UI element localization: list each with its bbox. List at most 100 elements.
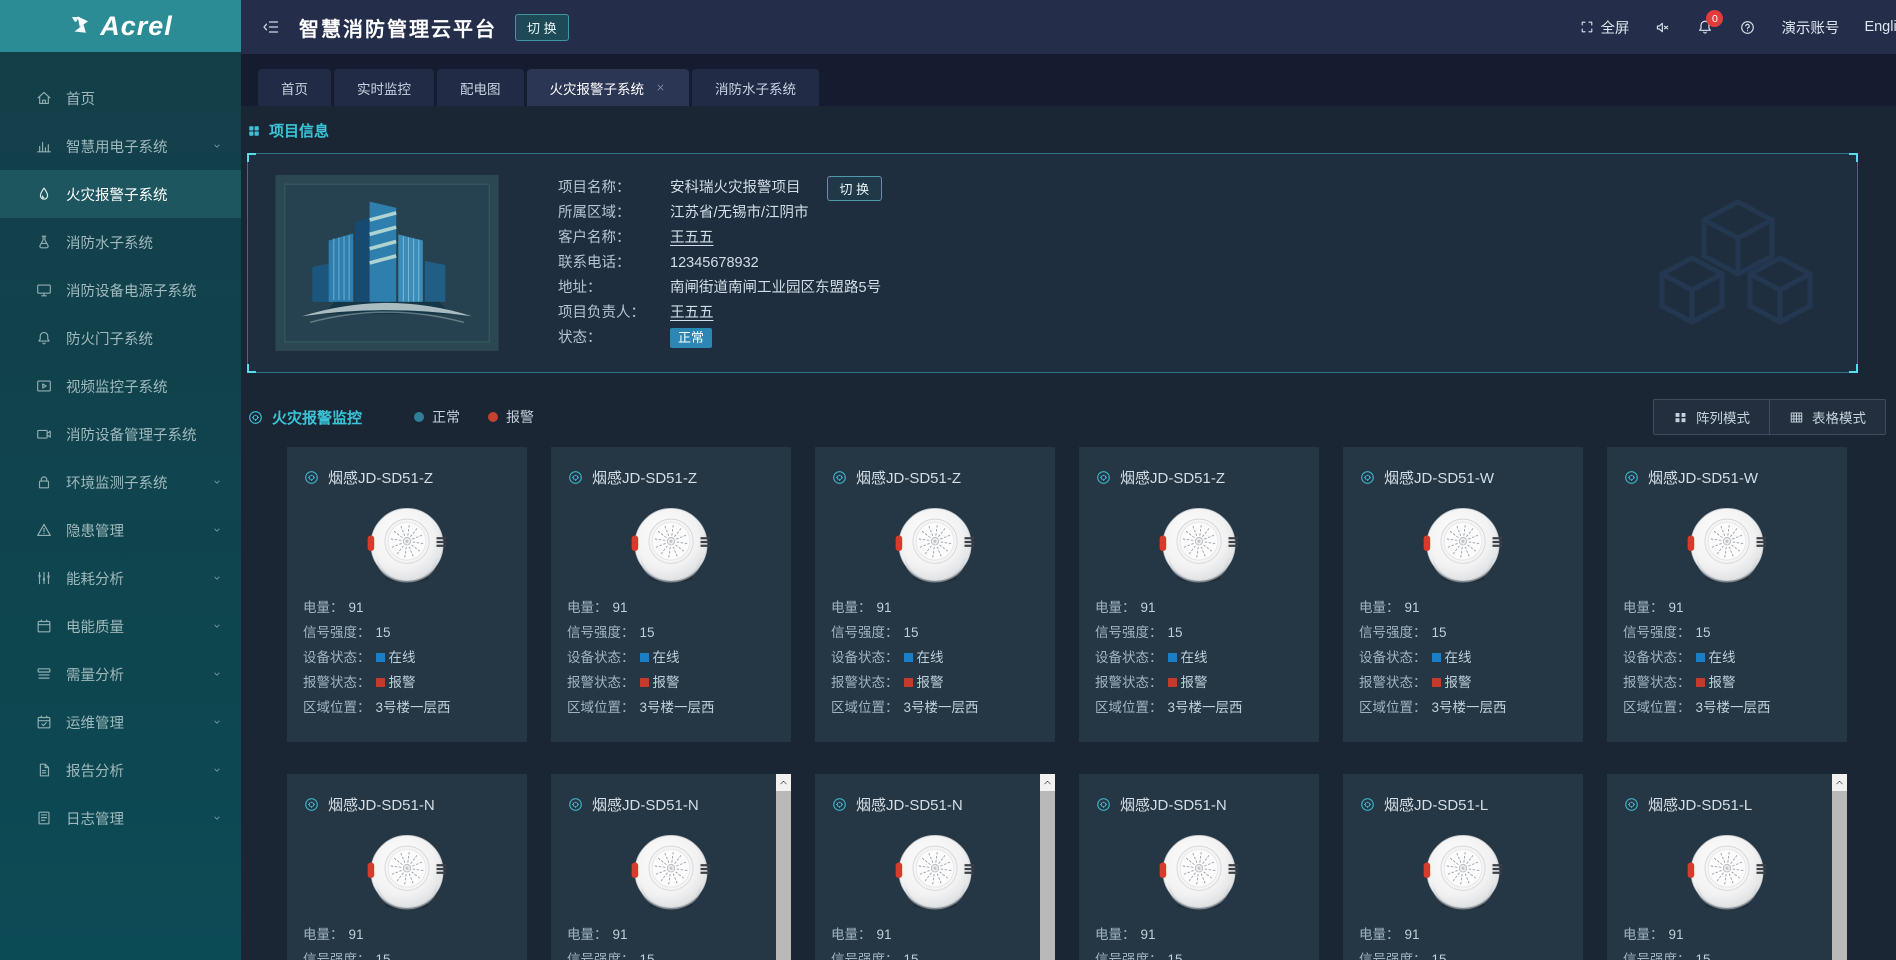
tab-实时监控[interactable]: 实时监控 [334,69,434,106]
battery-label: 电量： [831,922,872,947]
device-card[interactable]: 烟感JD-SD51-Z [551,447,791,742]
device-status-value: 在线 [653,645,680,670]
smoke-detector-image [1686,505,1768,584]
device-name: 烟感JD-SD51-W [1648,467,1758,488]
online-status-square [1168,653,1177,662]
device-card[interactable]: 烟感JD-SD51-W [1343,447,1583,742]
battery-label: 电量： [1359,922,1400,947]
notifications-button[interactable]: 0 [1696,18,1714,36]
device-card[interactable]: 烟感JD-SD51-N [287,774,527,960]
tab-消防水子系统[interactable]: 消防水子系统 [692,69,819,106]
tab-配电图[interactable]: 配电图 [437,69,524,106]
tab-首页[interactable]: 首页 [258,69,331,106]
card-scrollbar[interactable] [1040,774,1055,960]
device-name: 烟感JD-SD51-N [856,794,963,815]
scrollbar-thumb[interactable] [776,791,791,960]
scroll-up-button[interactable] [776,774,791,791]
battery-label: 电量： [1623,595,1664,620]
sidebar-item[interactable]: 能耗分析 [0,554,241,602]
sidebar-item-label: 能耗分析 [66,568,124,589]
sidebar-item[interactable]: 首页 [0,74,241,122]
sidebar-item[interactable]: 防火门子系统 [0,314,241,362]
alarm-status-square [376,678,385,687]
signal-value: 15 [904,620,919,645]
scroll-up-button[interactable] [1040,774,1055,791]
sliders-icon [34,569,53,588]
battery-label: 电量： [567,922,608,947]
device-card[interactable]: 烟感JD-SD51-Z [1079,447,1319,742]
view-mode-group: 阵列模式 表格模式 [1653,399,1886,435]
tab-火灾报警子系统[interactable]: 火灾报警子系统 [527,69,690,106]
alarm-status-label: 报警状态： [1359,670,1427,695]
alarm-status-square [640,678,649,687]
info-value: 安科瑞火灾报警项目 [670,176,801,201]
smoke-detector-image [1686,832,1768,911]
sidebar-item[interactable]: 报告分析 [0,746,241,794]
device-card[interactable]: 烟感JD-SD51-N [551,774,791,960]
collapse-menu-icon[interactable] [261,17,281,37]
device-card[interactable]: 烟感JD-SD51-N [1079,774,1319,960]
legend-item: 报警 [488,407,534,427]
platform-switch-button[interactable]: 切 换 [515,14,569,41]
card-scrollbar[interactable] [1832,774,1847,960]
device-name: 烟感JD-SD51-Z [592,467,697,488]
sidebar-item[interactable]: 日志管理 [0,794,241,842]
project-building-image [268,175,506,351]
sidebar-item-label: 运维管理 [66,712,124,733]
location-value: 3号楼一层西 [1696,695,1771,720]
grid-squares-icon [247,124,261,138]
info-value: 12345678932 [670,251,759,276]
online-status-square [1696,653,1705,662]
fullscreen-button[interactable]: 全屏 [1579,17,1629,38]
sidebar-item[interactable]: 消防设备管理子系统 [0,410,241,458]
close-icon[interactable] [655,82,666,93]
sidebar-item[interactable]: 视频监控子系统 [0,362,241,410]
info-label: 联系电话： [558,251,670,276]
info-row: 状态： 正常 [558,326,882,351]
mode-button-表格模式[interactable]: 表格模式 [1769,400,1885,434]
detector-icon [1359,796,1376,813]
device-status-label: 设备状态： [1359,645,1427,670]
chevron-down-icon [211,572,223,584]
scrollbar-thumb[interactable] [1832,791,1847,960]
sidebar-item-label: 火灾报警子系统 [66,184,168,205]
account-menu[interactable]: 演示账号 [1781,17,1839,38]
signal-label: 信号强度： [1623,620,1691,645]
language-switcher[interactable]: English [1864,19,1896,35]
sidebar-item[interactable]: 消防水子系统 [0,218,241,266]
chart-icon [34,137,53,156]
sidebar-item[interactable]: 火灾报警子系统 [0,170,241,218]
sidebar-item[interactable]: 智慧用电子系统 [0,122,241,170]
device-card[interactable]: 烟感JD-SD51-W [1607,447,1847,742]
device-card[interactable]: 烟感JD-SD51-L [1343,774,1583,960]
scroll-up-button[interactable] [1832,774,1847,791]
brand-logo[interactable]: Acrel [0,0,241,52]
device-card[interactable]: 烟感JD-SD51-Z [815,447,1055,742]
sidebar-item[interactable]: 消防设备电源子系统 [0,266,241,314]
mode-button-阵列模式[interactable]: 阵列模式 [1654,400,1769,434]
cubes-watermark-icon [1643,196,1833,332]
help-button[interactable] [1739,19,1756,36]
scrollbar-thumb[interactable] [1040,791,1055,960]
device-card[interactable]: 烟感JD-SD51-Z [287,447,527,742]
info-label: 状态： [558,326,670,351]
detector-icon [1095,469,1112,486]
sidebar-item-label: 电能质量 [66,616,124,637]
alarm-status-square [1168,678,1177,687]
info-row: 联系电话： 12345678932 [558,251,882,276]
device-card-grid: 烟感JD-SD51-Z [287,447,1847,960]
device-card[interactable]: 烟感JD-SD51-N [815,774,1055,960]
sidebar-item[interactable]: 运维管理 [0,698,241,746]
project-switch-button[interactable]: 切 换 [827,176,883,201]
device-card[interactable]: 烟感JD-SD51-L [1607,774,1847,960]
card-scrollbar[interactable] [776,774,791,960]
monitor-globe-icon [247,409,264,426]
sidebar-item[interactable]: 环境监测子系统 [0,458,241,506]
sidebar-item[interactable]: 电能质量 [0,602,241,650]
sidebar-item[interactable]: 隐患管理 [0,506,241,554]
top-header: 智慧消防管理云平台 切 换 全屏 0 演示账号 English [241,0,1896,54]
alarm-status-label: 报警状态： [303,670,371,695]
location-label: 区域位置： [1359,695,1427,720]
mute-button[interactable] [1654,19,1671,36]
sidebar-item[interactable]: 需量分析 [0,650,241,698]
